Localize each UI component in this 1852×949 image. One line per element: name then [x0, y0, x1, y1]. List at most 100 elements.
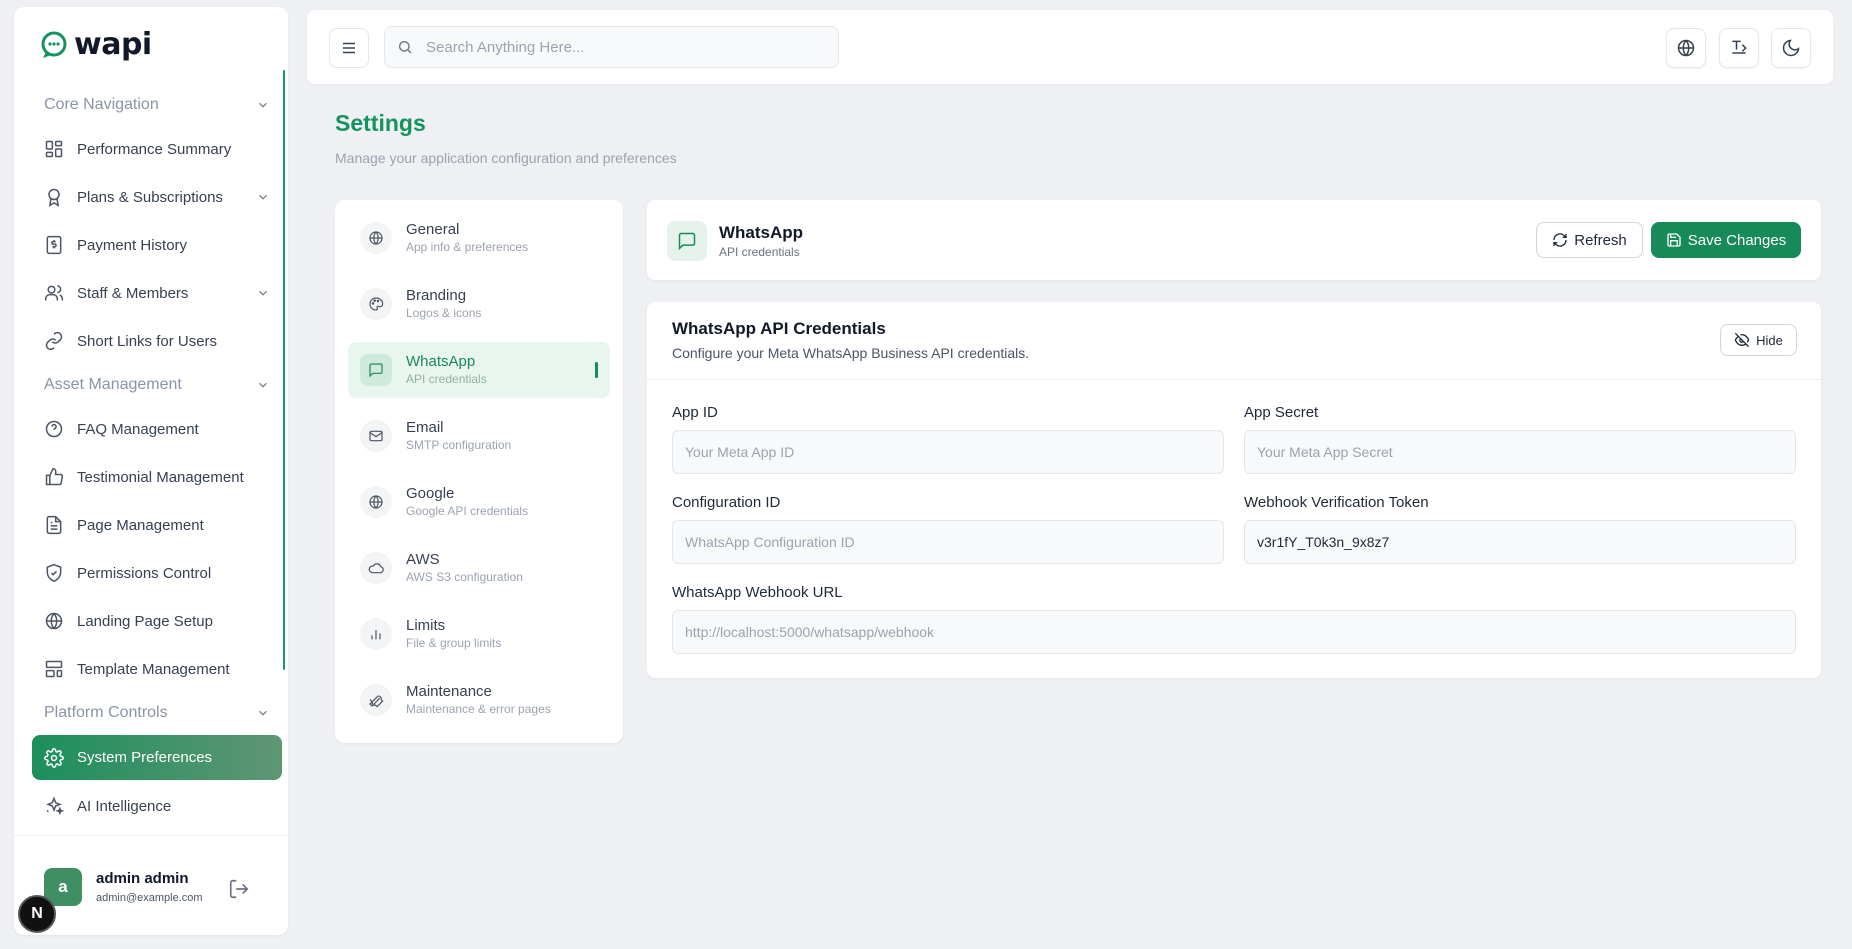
shield-check-icon — [46, 563, 62, 583]
sidebar-item-staff-members[interactable]: Staff & Members — [32, 269, 282, 317]
page-title: Settings — [335, 110, 426, 136]
configuration-id-field[interactable] — [685, 534, 1211, 550]
layout-icon — [45, 660, 63, 678]
logout-icon[interactable] — [228, 878, 250, 900]
sidebar-item-label: Staff & Members — [77, 284, 189, 302]
webhook-url-label: WhatsApp Webhook URL — [672, 584, 843, 601]
sidebar-item-label: Permissions Control — [77, 564, 212, 582]
globe-icon — [360, 222, 392, 254]
search-input[interactable] — [426, 38, 806, 56]
app-id-field[interactable] — [685, 444, 1211, 460]
language-button[interactable] — [1666, 28, 1706, 68]
brand-logo[interactable]: wapi — [40, 27, 152, 62]
sidebar-item-label: Template Management — [77, 660, 230, 678]
card-header: WhatsApp API Credentials Configure your … — [647, 302, 1821, 380]
settings-tabs: General App info & preferences Branding Lo… — [335, 200, 623, 743]
webhook-url-field[interactable] — [685, 624, 1783, 640]
sidebar-item-template-management[interactable]: Template Management — [32, 645, 282, 693]
tab-aws[interactable]: AWS AWS S3 configuration — [348, 540, 610, 596]
search-icon — [399, 41, 412, 54]
cloud-icon — [360, 552, 392, 584]
section-asset-management[interactable]: Asset Management — [32, 365, 282, 405]
brand-name: wapi — [74, 27, 152, 62]
hide-button[interactable]: Hide — [1720, 324, 1797, 356]
app-id-label: App ID — [672, 404, 718, 421]
help-circle-icon — [45, 420, 63, 438]
tab-email[interactable]: Email SMTP configuration — [348, 408, 610, 464]
menu-toggle-button[interactable] — [329, 28, 369, 68]
tab-label: Maintenance — [406, 683, 492, 700]
sidebar-item-ai-intelligence[interactable]: AI Intelligence — [32, 782, 282, 830]
sidebar-scrollbar[interactable] — [283, 70, 285, 670]
whatsapp-credentials-card: WhatsApp API Credentials Configure your … — [647, 302, 1821, 678]
tab-description: SMTP configuration — [406, 438, 512, 452]
section-header: WhatsApp API credentials Refresh Save Ch… — [647, 200, 1821, 280]
award-icon — [48, 188, 60, 207]
sidebar-item-testimonial-management[interactable]: Testimonial Management — [32, 453, 282, 501]
chevron-down-icon — [259, 710, 267, 716]
tab-maintenance[interactable]: Maintenance Maintenance & error pages — [348, 672, 610, 728]
refresh-label: Refresh — [1574, 231, 1627, 249]
tab-label: Branding — [406, 287, 467, 304]
link-icon — [45, 331, 63, 351]
section-core-navigation[interactable]: Core Navigation — [32, 85, 282, 125]
save-changes-button[interactable]: Save Changes — [1651, 222, 1801, 258]
tab-label: Limits — [406, 617, 446, 634]
sidebar-item-page-management[interactable]: Page Management — [32, 501, 282, 549]
bar-chart-icon — [360, 618, 392, 650]
tab-description: API credentials — [406, 372, 487, 386]
user-email: admin@example.com — [96, 892, 203, 904]
section-title: WhatsApp — [719, 223, 804, 242]
tab-description: File & group limits — [406, 636, 502, 650]
app-id-field-wrapper — [672, 430, 1224, 474]
hide-label: Hide — [1756, 332, 1783, 348]
app-secret-field[interactable] — [1257, 444, 1783, 460]
configuration-id-label: Configuration ID — [672, 494, 781, 511]
sidebar-item-label: Payment History — [77, 236, 188, 254]
sidebar-item-plans-subscriptions[interactable]: Plans & Subscriptions — [32, 173, 282, 221]
save-label: Save Changes — [1687, 231, 1787, 249]
users-icon — [44, 285, 64, 301]
receipt-icon — [46, 235, 62, 255]
dashboard-icon — [45, 140, 63, 158]
globe-icon — [1677, 39, 1695, 57]
nextjs-dev-badge[interactable]: N — [18, 895, 56, 933]
webhook-token-field[interactable] — [1257, 534, 1783, 550]
user-profile: a admin admin admin@example.com — [14, 835, 288, 935]
refresh-button[interactable]: Refresh — [1536, 222, 1643, 258]
sidebar-item-short-links[interactable]: Short Links for Users — [32, 317, 282, 365]
user-name: admin admin — [96, 870, 189, 887]
sidebar-item-label: Plans & Subscriptions — [77, 188, 223, 206]
theme-toggle-button[interactable] — [1771, 28, 1811, 68]
save-icon — [1667, 233, 1681, 247]
sidebar-item-payment-history[interactable]: Payment History — [32, 221, 282, 269]
sidebar-item-permissions-control[interactable]: Permissions Control — [32, 549, 282, 597]
sidebar-item-faq-management[interactable]: FAQ Management — [32, 405, 282, 453]
gear-icon — [44, 747, 64, 768]
sidebar-item-landing-page-setup[interactable]: Landing Page Setup — [32, 597, 282, 645]
section-subtitle: API credentials — [719, 245, 800, 259]
tab-limits[interactable]: Limits File & group limits — [348, 606, 610, 662]
tab-general[interactable]: General App info & preferences — [348, 210, 610, 266]
sidebar: wapi Core Navigation Performance Summary… — [14, 7, 288, 935]
tab-description: Google API credentials — [406, 504, 529, 518]
message-icon — [667, 221, 707, 261]
webhook-url-field-wrapper — [672, 610, 1796, 654]
tab-google[interactable]: Google Google API credentials — [348, 474, 610, 530]
section-label: Core Navigation — [44, 96, 159, 113]
eye-off-icon — [1734, 332, 1750, 348]
tab-label: General — [406, 221, 460, 238]
tab-branding[interactable]: Branding Logos & icons — [348, 276, 610, 332]
configuration-id-field-wrapper — [672, 520, 1224, 564]
tab-whatsapp[interactable]: WhatsApp API credentials — [348, 342, 610, 398]
text-direction-button[interactable] — [1719, 28, 1759, 68]
text-direction-icon — [1732, 40, 1747, 54]
tab-label: AWS — [406, 551, 440, 568]
sidebar-item-performance-summary[interactable]: Performance Summary — [32, 125, 282, 173]
webhook-token-label: Webhook Verification Token — [1244, 494, 1429, 511]
tab-label: Google — [406, 485, 455, 502]
sidebar-item-system-preferences[interactable]: System Preferences — [32, 735, 282, 780]
section-platform-controls[interactable]: Platform Controls — [32, 693, 282, 733]
chat-logo-icon — [41, 31, 67, 58]
sidebar-item-label: Page Management — [77, 516, 204, 534]
